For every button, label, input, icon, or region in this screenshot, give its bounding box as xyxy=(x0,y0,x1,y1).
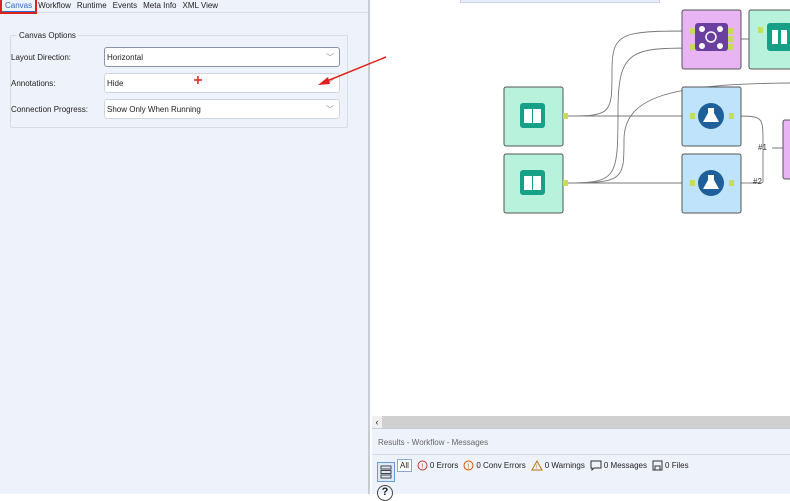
tool-browse[interactable] xyxy=(748,9,790,70)
horizontal-scrollbar[interactable]: ‹ xyxy=(372,416,790,428)
help-icon[interactable]: ? xyxy=(377,485,393,501)
book-icon xyxy=(520,170,545,195)
conv-error-icon: ! xyxy=(463,460,474,471)
annotations-row: Annotations: Hide ﹀ xyxy=(11,73,340,93)
tool-formula-2[interactable] xyxy=(681,153,742,214)
tool-formula-1[interactable] xyxy=(681,86,742,147)
workflow-diagram: #1 #2 xyxy=(503,9,790,214)
filter-errors[interactable]: ! 0 Errors xyxy=(417,460,458,471)
svg-text:!: ! xyxy=(421,464,423,471)
results-title: Results - Workflow - Messages xyxy=(378,438,489,447)
chevron-down-icon: ﹀ xyxy=(326,78,334,88)
tab-xml-view[interactable]: XML View xyxy=(180,0,222,12)
annotations-label: Annotations: xyxy=(11,78,56,88)
tool-union[interactable] xyxy=(782,119,790,180)
svg-text:!: ! xyxy=(468,464,470,471)
chevron-down-icon: ﹀ xyxy=(326,52,334,62)
divider xyxy=(372,454,790,455)
connection-progress-label: Connection Progress: xyxy=(11,104,88,114)
connection-progress-value: Show Only When Running xyxy=(107,104,201,114)
filter-messages[interactable]: 0 Messages xyxy=(590,460,647,471)
filter-all-button[interactable]: All xyxy=(397,459,412,472)
tab-runtime[interactable]: Runtime xyxy=(74,0,110,12)
annotations-select[interactable]: Hide ﹀ xyxy=(104,73,340,93)
scroll-left-icon[interactable]: ‹ xyxy=(372,416,382,428)
config-tabs: Canvas Workflow Runtime Events Meta Info… xyxy=(0,0,368,14)
layout-direction-value: Horizontal xyxy=(107,52,144,62)
tool-input-data-1[interactable] xyxy=(503,86,568,147)
layout-direction-select[interactable]: Horizontal ﹀ xyxy=(104,47,340,67)
tab-events[interactable]: Events xyxy=(110,0,140,12)
tool-input-data-2[interactable] xyxy=(503,153,568,214)
canvas-tab[interactable] xyxy=(460,0,660,3)
connection-label-2: #2 xyxy=(753,177,762,186)
book-icon xyxy=(520,103,545,128)
connection-progress-row: Connection Progress: Show Only When Runn… xyxy=(11,99,340,119)
workflow-canvas[interactable]: #1 #2 xyxy=(372,0,790,416)
connection-label-1: #1 xyxy=(758,143,767,152)
filter-conv-errors[interactable]: ! 0 Conv Errors xyxy=(463,460,526,471)
tool-join[interactable] xyxy=(681,9,742,70)
connection-progress-select[interactable]: Show Only When Running ﹀ xyxy=(104,99,340,119)
save-file-icon xyxy=(652,460,663,471)
annotations-value: Hide xyxy=(107,78,124,88)
filter-files[interactable]: 0 Files xyxy=(652,460,689,471)
error-icon: ! xyxy=(417,460,428,471)
tab-meta-info[interactable]: Meta Info xyxy=(140,0,179,12)
configuration-panel: Canvas Workflow Runtime Events Meta Info… xyxy=(0,0,370,494)
results-panel: Results - Workflow - Messages ? All ! 0 E… xyxy=(372,428,790,501)
list-view-icon[interactable] xyxy=(377,462,395,482)
layout-direction-row: Layout Direction: Horizontal ﹀ xyxy=(11,47,340,67)
filter-warnings[interactable]: ! 0 Warnings xyxy=(530,460,585,471)
tab-workflow[interactable]: Workflow xyxy=(35,0,74,12)
warning-icon: ! xyxy=(530,460,543,471)
canvas-options-legend: Canvas Options xyxy=(19,31,76,40)
chevron-down-icon: ﹀ xyxy=(326,104,334,114)
message-filters: All ! 0 Errors ! 0 Conv Errors ! 0 Warnings… xyxy=(397,459,689,472)
layout-direction-label: Layout Direction: xyxy=(11,52,72,62)
tab-canvas[interactable]: Canvas xyxy=(0,0,38,14)
message-icon xyxy=(590,460,602,471)
